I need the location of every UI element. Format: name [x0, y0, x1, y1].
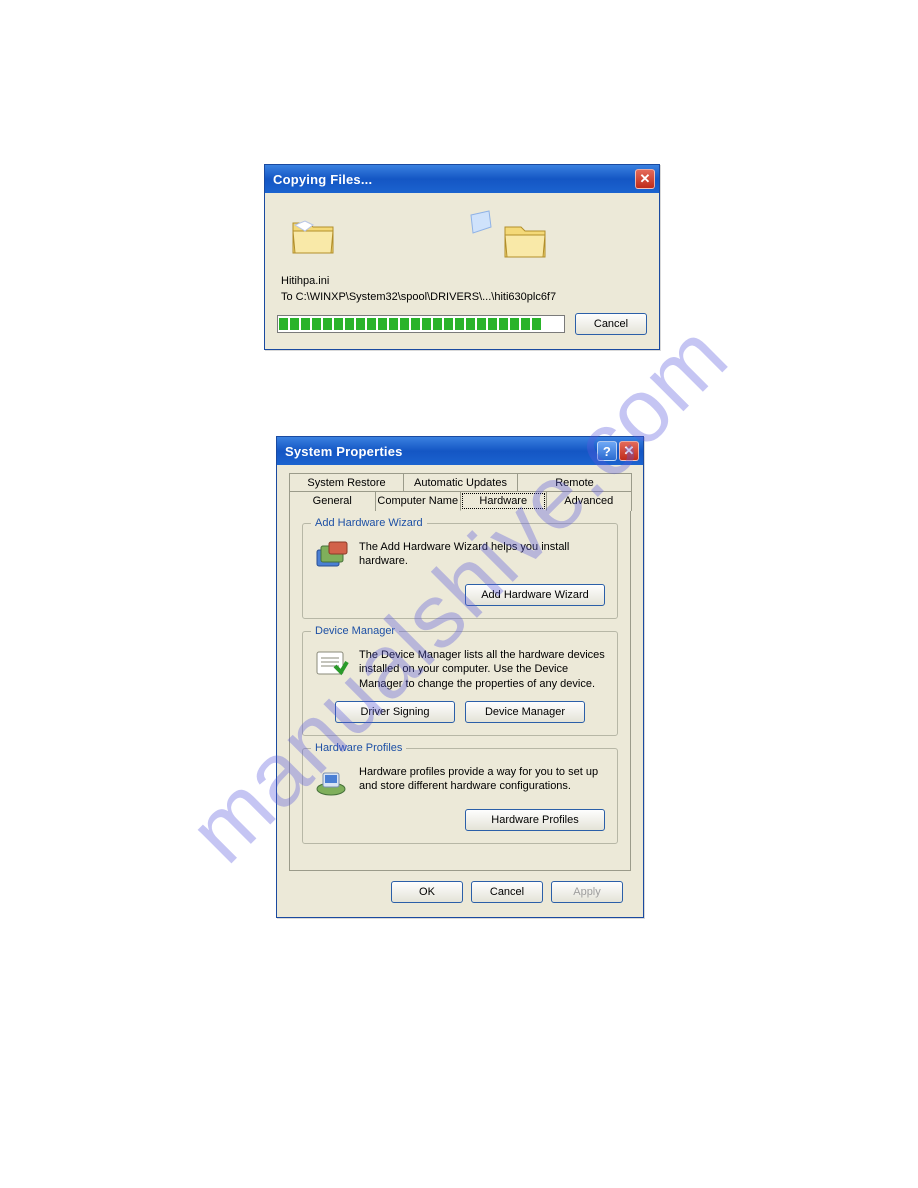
progress-segment: [411, 318, 420, 330]
progress-segment: [532, 318, 541, 330]
progress-segment: [510, 318, 519, 330]
titlebar[interactable]: System Properties ? ✕: [277, 437, 643, 465]
system-properties-dialog: System Properties ? ✕ System Restore Aut…: [276, 436, 644, 918]
progress-segment: [521, 318, 530, 330]
copying-filename: Hitihpa.ini: [281, 275, 645, 287]
progress-segment: [422, 318, 431, 330]
copy-animation-row: [277, 205, 647, 269]
progress-segment: [400, 318, 409, 330]
tab-automatic-updates[interactable]: Automatic Updates: [403, 473, 518, 492]
dialog-title: Copying Files...: [273, 172, 372, 187]
copying-destination: To C:\WINXP\System32\spool\DRIVERS\...\h…: [281, 291, 645, 303]
progress-segment: [356, 318, 365, 330]
progress-segment: [378, 318, 387, 330]
source-folder-icon: [291, 219, 335, 255]
tab-advanced[interactable]: Advanced: [546, 491, 633, 511]
device-manager-group: Device Manager The Device Manager lists …: [302, 631, 618, 736]
hardware-wizard-icon: [315, 540, 349, 574]
tab-general[interactable]: General: [289, 491, 376, 511]
group-title: Device Manager: [311, 625, 399, 637]
group-title: Add Hardware Wizard: [311, 517, 427, 529]
help-button[interactable]: ?: [597, 441, 617, 461]
tab-hardware[interactable]: Hardware: [460, 491, 547, 511]
close-button[interactable]: ✕: [635, 169, 655, 189]
progress-segment: [312, 318, 321, 330]
ok-button[interactable]: OK: [391, 881, 463, 903]
dest-folder-icon: [503, 223, 547, 259]
progress-segment: [301, 318, 310, 330]
progress-segment: [345, 318, 354, 330]
progress-segment: [334, 318, 343, 330]
dialog-title: System Properties: [285, 444, 403, 459]
flying-paper-icon: [467, 209, 495, 237]
progress-segment: [499, 318, 508, 330]
progress-segment: [279, 318, 288, 330]
tab-strip: System Restore Automatic Updates Remote …: [289, 473, 631, 511]
group-text: The Add Hardware Wizard helps you instal…: [359, 540, 605, 574]
progress-segment: [433, 318, 442, 330]
titlebar[interactable]: Copying Files... ✕: [265, 165, 659, 193]
close-icon: ✕: [623, 443, 634, 459]
progress-segment: [290, 318, 299, 330]
progress-segment: [455, 318, 464, 330]
group-text: Hardware profiles provide a way for you …: [359, 765, 605, 799]
hardware-profiles-icon: [315, 765, 349, 799]
tab-remote[interactable]: Remote: [517, 473, 632, 492]
cancel-button[interactable]: Cancel: [471, 881, 543, 903]
progress-segment: [444, 318, 453, 330]
progress-segment: [466, 318, 475, 330]
dialog-body: System Restore Automatic Updates Remote …: [277, 465, 643, 917]
driver-signing-button[interactable]: Driver Signing: [335, 701, 455, 723]
tab-system-restore[interactable]: System Restore: [289, 473, 404, 492]
add-hardware-wizard-button[interactable]: Add Hardware Wizard: [465, 584, 605, 606]
progress-segment: [323, 318, 332, 330]
dialog-footer: OK Cancel Apply: [285, 871, 635, 907]
help-icon: ?: [603, 444, 611, 459]
cancel-button[interactable]: Cancel: [575, 313, 647, 335]
tab-panel-hardware: Add Hardware Wizard The Add Hardware Wiz…: [289, 510, 631, 871]
close-icon: ✕: [639, 171, 650, 187]
group-title: Hardware Profiles: [311, 742, 406, 754]
dialog-body: Hitihpa.ini To C:\WINXP\System32\spool\D…: [265, 193, 659, 349]
device-manager-icon: [315, 648, 349, 682]
progress-segment: [477, 318, 486, 330]
progress-segment: [367, 318, 376, 330]
progress-segment: [488, 318, 497, 330]
progress-bar: [277, 315, 565, 333]
progress-segment: [389, 318, 398, 330]
add-hardware-wizard-group: Add Hardware Wizard The Add Hardware Wiz…: [302, 523, 618, 619]
hardware-profiles-button[interactable]: Hardware Profiles: [465, 809, 605, 831]
close-button[interactable]: ✕: [619, 441, 639, 461]
apply-button[interactable]: Apply: [551, 881, 623, 903]
device-manager-button[interactable]: Device Manager: [465, 701, 585, 723]
copying-files-dialog: Copying Files... ✕ Hitihpa.ini To C:\WIN…: [264, 164, 660, 350]
group-text: The Device Manager lists all the hardwar…: [359, 648, 605, 691]
tab-computer-name[interactable]: Computer Name: [375, 491, 462, 511]
hardware-profiles-group: Hardware Profiles Hardware profiles prov…: [302, 748, 618, 844]
